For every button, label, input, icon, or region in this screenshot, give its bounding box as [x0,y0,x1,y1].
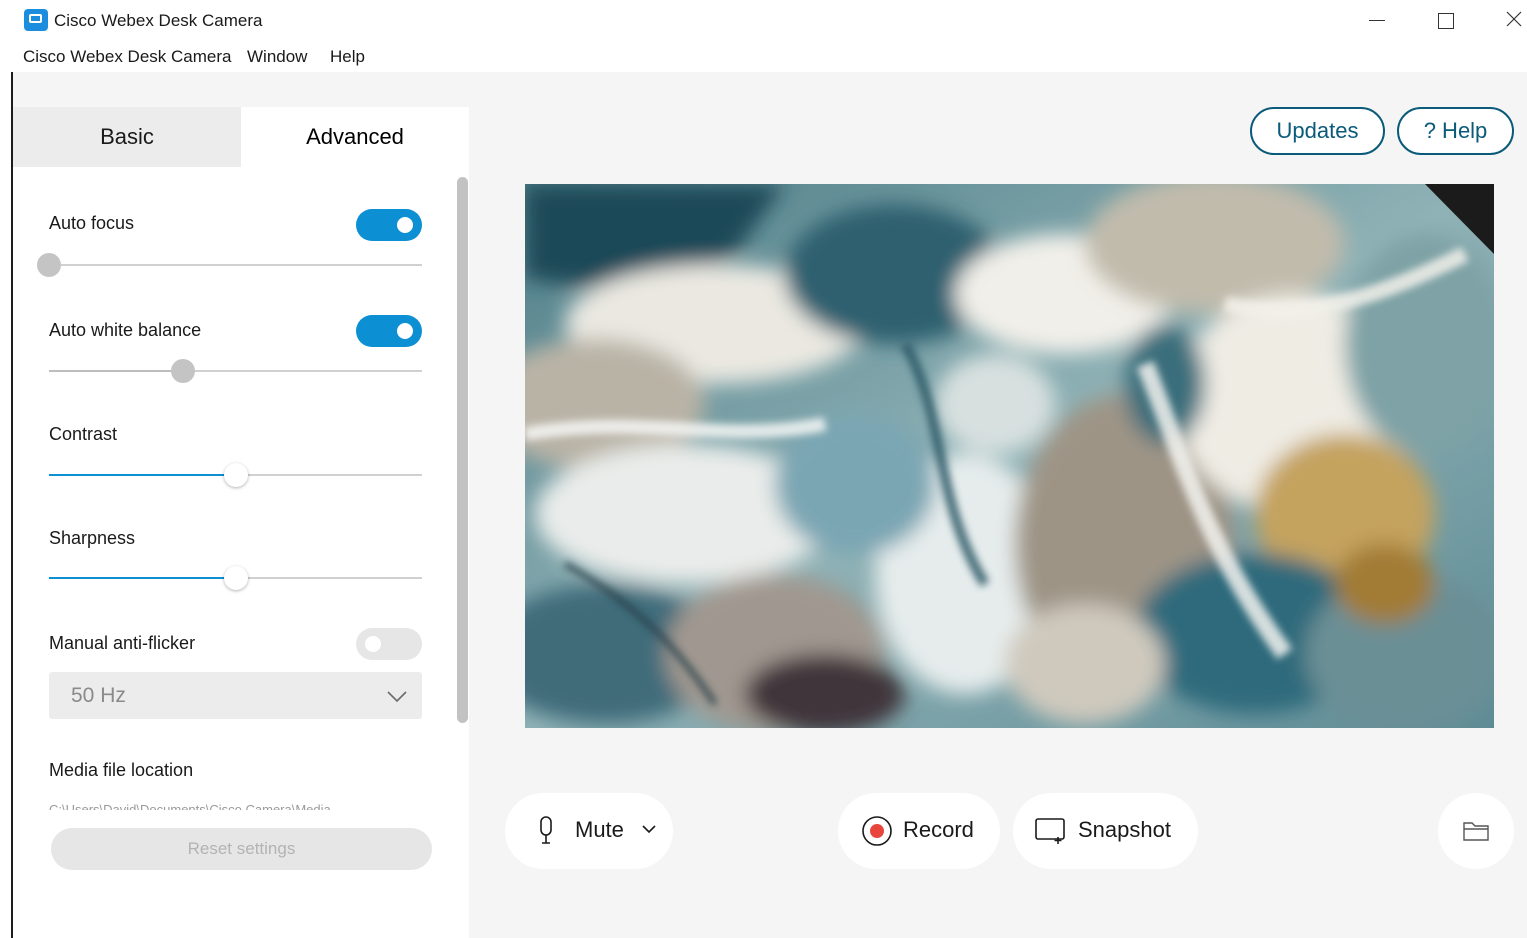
snapshot-button[interactable]: Snapshot [1013,793,1198,869]
contrast-slider[interactable] [49,463,422,487]
snapshot-label: Snapshot [1078,817,1171,842]
focus-slider[interactable] [37,253,422,277]
open-folder-button[interactable] [1438,793,1514,869]
slider-fill [49,370,184,372]
toggle-knob [397,323,413,339]
camera-preview [525,184,1494,728]
mute-button[interactable]: Mute [505,793,673,869]
updates-button[interactable]: Updates [1250,107,1385,155]
chevron-down-icon [387,691,407,703]
media-location-label: Media file location [49,760,194,780]
toggle-knob [365,636,381,652]
window-title: Cisco Webex Desk Camera [54,11,263,30]
slider-thumb[interactable] [223,463,248,487]
slider-fill [49,474,236,476]
record-label: Record [903,817,974,842]
slider-thumb[interactable] [223,566,248,590]
tab-advanced[interactable]: Advanced [241,107,469,167]
auto-focus-label: Auto focus [49,213,135,233]
menu-app[interactable]: Cisco Webex Desk Camera [23,47,231,67]
auto-focus-toggle[interactable] [356,209,422,241]
mute-label: Mute [575,817,624,842]
microphone-icon [540,816,552,844]
sharpness-label: Sharpness [49,528,136,548]
reset-settings-button[interactable]: Reset settings [51,828,432,870]
minimize-button[interactable] [1357,4,1397,36]
tab-basic[interactable]: Basic [13,107,241,167]
camera-preview-image [525,184,1494,728]
anti-flicker-label: Manual anti-flicker [49,633,196,653]
contrast-label: Contrast [49,424,118,444]
auto-white-balance-toggle[interactable] [356,315,422,347]
folder-icon [1463,822,1489,841]
white-balance-slider[interactable] [49,359,422,383]
maximize-button[interactable] [1425,4,1465,36]
anti-flicker-toggle[interactable] [356,628,422,660]
frequency-value: 50 Hz [71,684,126,707]
webex-camera-app-icon [24,9,48,31]
sharpness-slider[interactable] [49,566,422,590]
title-bar: Cisco Webex Desk Camera [0,0,1527,40]
menu-help[interactable]: Help [330,47,365,67]
frequency-select[interactable]: 50 Hz [49,672,422,719]
snapshot-icon [1035,818,1065,844]
close-button[interactable] [1494,4,1527,36]
close-icon [1506,11,1522,27]
record-button[interactable]: Record [838,793,1000,869]
menu-window[interactable]: Window [247,47,307,67]
record-icon [862,816,892,846]
settings-panel: Basic Advanced Auto focus Auto white bal… [13,107,469,938]
auto-white-balance-label: Auto white balance [49,320,202,340]
slider-thumb[interactable] [171,359,196,383]
slider-fill [49,577,236,579]
slider-thumb[interactable] [37,253,61,277]
toggle-knob [397,217,413,233]
slider-track [49,264,422,266]
help-button[interactable]: ? Help [1397,107,1514,155]
chevron-down-icon[interactable] [641,823,657,835]
menu-bar: Cisco Webex Desk Camera Window Help [0,40,1527,72]
settings-scrollbar[interactable] [457,177,468,723]
media-location-path: C:\Users\David\Documents\Cisco Camera\Me… [49,802,331,810]
